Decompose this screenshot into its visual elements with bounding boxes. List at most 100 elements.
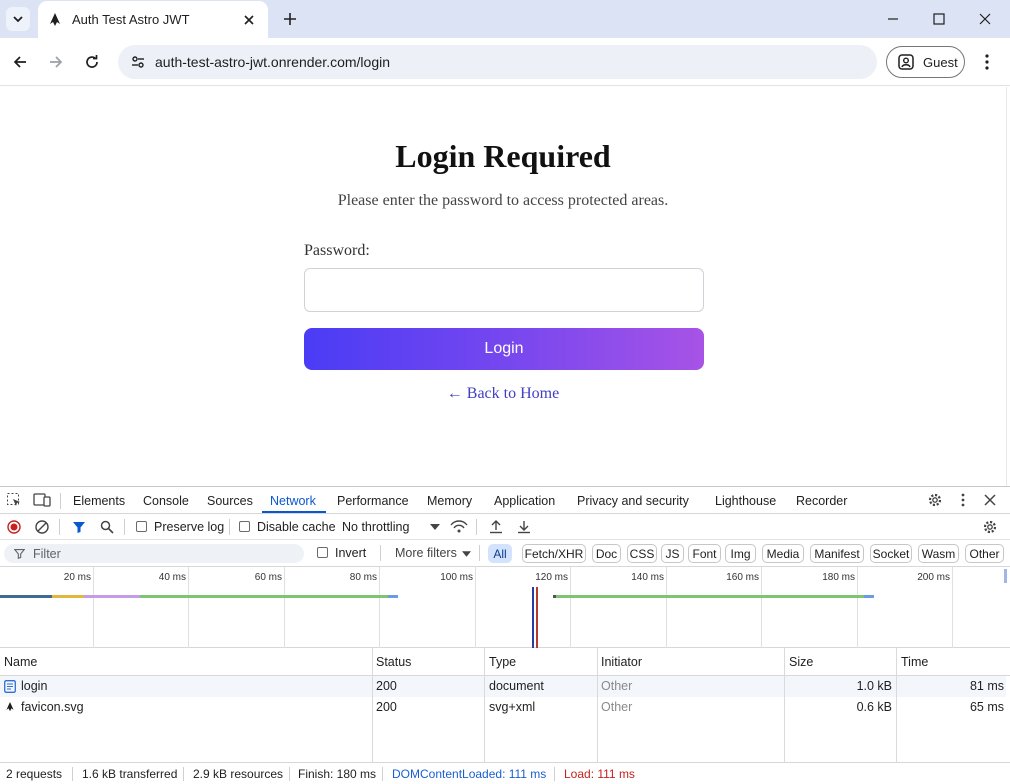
page-scrollbar[interactable] xyxy=(1006,87,1010,486)
new-tab-button[interactable] xyxy=(278,7,302,31)
filter-chip-socket[interactable]: Socket xyxy=(870,544,912,563)
column-header-time[interactable]: Time xyxy=(901,655,928,669)
search-icon[interactable] xyxy=(98,518,116,536)
web-page: Login Required Please enter the password… xyxy=(0,87,1010,486)
minimize-button[interactable] xyxy=(870,0,916,38)
filter-chip-all[interactable]: All xyxy=(488,544,512,563)
tab-application[interactable]: Application xyxy=(494,494,555,508)
filter-chip-media[interactable]: Media xyxy=(762,544,804,563)
tab-console[interactable]: Console xyxy=(143,494,189,508)
request-status: 200 xyxy=(376,700,397,714)
column-divider[interactable] xyxy=(372,648,373,762)
divider xyxy=(59,519,60,535)
timeline-bar-favicon-receiving xyxy=(556,595,864,598)
tab-lighthouse[interactable]: Lighthouse xyxy=(715,494,776,508)
address-bar[interactable]: auth-test-astro-jwt.onrender.com/login xyxy=(118,45,877,79)
tab-recorder[interactable]: Recorder xyxy=(796,494,847,508)
device-toolbar-icon[interactable] xyxy=(33,491,51,509)
maximize-button[interactable] xyxy=(916,0,962,38)
preserve-log-label: Preserve log xyxy=(154,520,225,534)
tab-performance[interactable]: Performance xyxy=(337,494,409,508)
close-window-button[interactable] xyxy=(962,0,1008,38)
column-header-name[interactable]: Name xyxy=(4,655,37,669)
export-har-icon[interactable] xyxy=(515,518,533,536)
load-event-marker xyxy=(536,587,538,648)
filter-chip-doc[interactable]: Doc xyxy=(592,544,621,563)
back-button[interactable] xyxy=(7,49,33,75)
requests-table: Name Status Type Initiator Size Time log… xyxy=(0,648,1010,762)
close-tab-icon[interactable] xyxy=(240,11,258,29)
url-text[interactable]: auth-test-astro-jwt.onrender.com/login xyxy=(155,54,390,70)
tab-network[interactable]: Network xyxy=(270,494,316,508)
divider xyxy=(554,767,555,781)
filter-chip-img[interactable]: Img xyxy=(725,544,756,563)
settings-gear-icon[interactable] xyxy=(926,491,944,509)
chevron-down-icon xyxy=(13,16,23,23)
request-type: svg+xml xyxy=(489,700,536,714)
inspect-element-icon[interactable] xyxy=(5,491,23,509)
import-har-icon[interactable] xyxy=(487,518,505,536)
tab-sources[interactable]: Sources xyxy=(207,494,253,508)
tab-elements[interactable]: Elements xyxy=(73,494,125,508)
timeline-bar-login-receiving xyxy=(140,595,388,598)
clear-icon[interactable] xyxy=(33,518,51,536)
login-button[interactable]: Login xyxy=(304,328,704,370)
preserve-log-checkbox[interactable] xyxy=(136,521,147,532)
devtools-menu-icon[interactable] xyxy=(954,491,972,509)
column-header-initiator[interactable]: Initiator xyxy=(601,655,642,669)
stop-recording-icon[interactable] xyxy=(5,518,23,536)
column-divider[interactable] xyxy=(784,648,785,762)
filter-chip-css[interactable]: CSS xyxy=(627,544,657,563)
timeline-gridline xyxy=(93,567,94,648)
request-time: 81 ms xyxy=(969,679,1004,693)
reload-button[interactable] xyxy=(79,49,105,75)
password-input[interactable] xyxy=(304,268,704,312)
divider xyxy=(60,493,61,509)
network-settings-icon[interactable] xyxy=(981,518,999,536)
filter-chip-fetch-xhr[interactable]: Fetch/XHR xyxy=(522,544,586,563)
column-header-status[interactable]: Status xyxy=(376,655,411,669)
filter-chip-js[interactable]: JS xyxy=(661,544,684,563)
tab-search-button[interactable] xyxy=(6,7,30,31)
network-conditions-icon[interactable] xyxy=(450,518,468,536)
timeline-tick-label: 200 ms xyxy=(917,572,950,583)
profile-button[interactable]: Guest xyxy=(886,46,965,78)
browser-tab[interactable]: Auth Test Astro JWT xyxy=(38,1,268,38)
invert-checkbox[interactable] xyxy=(317,547,328,558)
more-filters-button[interactable]: More filters xyxy=(395,546,457,560)
request-name: login xyxy=(21,679,48,693)
timeline-range-handle[interactable] xyxy=(1004,569,1007,583)
tab-privacy-security[interactable]: Privacy and security xyxy=(577,494,689,508)
request-name: favicon.svg xyxy=(21,700,84,714)
tab-memory[interactable]: Memory xyxy=(427,494,472,508)
filter-chip-other[interactable]: Other xyxy=(965,544,1004,563)
column-divider[interactable] xyxy=(896,648,897,762)
timeline-bar-favicon-download xyxy=(864,595,874,598)
page-subtitle: Please enter the password to access prot… xyxy=(337,192,669,209)
close-devtools-icon[interactable] xyxy=(981,491,999,509)
filter-input[interactable]: Filter xyxy=(4,544,304,563)
timeline-bar-login-ssl xyxy=(52,595,84,598)
column-header-type[interactable]: Type xyxy=(489,655,516,669)
caret-down-icon[interactable] xyxy=(430,524,440,530)
table-row[interactable]: favicon.svg 200 svg+xml Other 0.6 kB 65 … xyxy=(0,697,1006,718)
back-to-home-link[interactable]: ← Back to Home xyxy=(0,385,1006,403)
column-divider[interactable] xyxy=(484,648,485,762)
forward-button[interactable] xyxy=(43,49,69,75)
column-header-size[interactable]: Size xyxy=(789,655,813,669)
caret-down-icon[interactable] xyxy=(462,551,471,557)
column-divider[interactable] xyxy=(597,648,598,762)
network-timeline-overview[interactable]: 20 ms 40 ms 60 ms 80 ms 100 ms 120 ms 14… xyxy=(0,567,1010,648)
throttling-select[interactable]: No throttling xyxy=(342,520,409,534)
filter-chip-font[interactable]: Font xyxy=(688,544,721,563)
timeline-gridline xyxy=(475,567,476,648)
filter-chip-manifest[interactable]: Manifest xyxy=(810,544,864,563)
filter-funnel-icon[interactable] xyxy=(70,518,88,536)
timeline-gridline xyxy=(952,567,953,648)
browser-menu-button[interactable] xyxy=(976,50,998,74)
site-settings-icon[interactable] xyxy=(126,50,150,74)
filter-chip-wasm[interactable]: Wasm xyxy=(918,544,959,563)
active-tab-indicator xyxy=(262,511,326,513)
disable-cache-checkbox[interactable] xyxy=(239,521,250,532)
table-row[interactable]: login 200 document Other 1.0 kB 81 ms xyxy=(0,676,1006,697)
